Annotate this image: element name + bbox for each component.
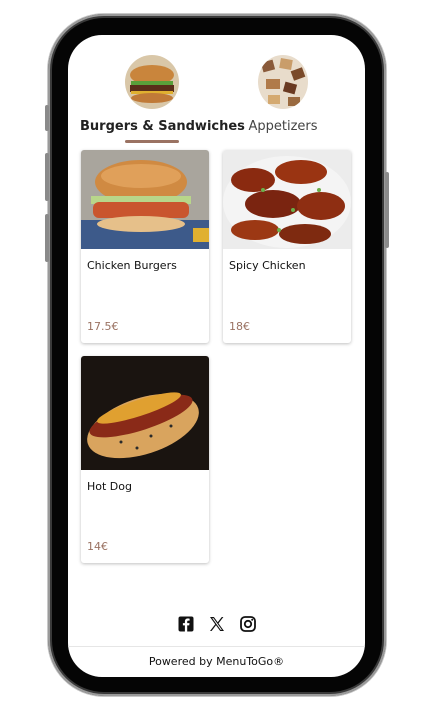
footer-divider xyxy=(68,646,365,647)
category-label: Burgers & Sandwiches xyxy=(80,119,245,134)
side-button xyxy=(385,172,389,248)
item-price: 18€ xyxy=(229,320,250,333)
item-title: Spicy Chicken xyxy=(229,259,306,272)
x-icon[interactable] xyxy=(208,615,226,633)
category-burgers-sandwiches[interactable]: Burgers & Sandwiches xyxy=(80,55,245,143)
side-button xyxy=(45,153,49,201)
item-price: 17.5€ xyxy=(87,320,119,333)
side-button xyxy=(45,105,49,131)
menu-item-card[interactable]: Chicken Burgers 17.5€ xyxy=(81,150,209,343)
item-price: 14€ xyxy=(87,540,108,553)
category-label: Appetizers xyxy=(248,119,318,134)
powered-by-text: Powered by MenuToGo® xyxy=(148,655,285,668)
side-button xyxy=(45,214,49,262)
selected-category-indicator xyxy=(125,140,179,143)
menu-item-card[interactable]: Spicy Chicken 18€ xyxy=(223,150,351,343)
facebook-icon[interactable] xyxy=(177,615,195,633)
appetizers-image xyxy=(258,55,308,109)
item-title: Hot Dog xyxy=(87,480,132,493)
spicy-chicken-image xyxy=(223,150,351,249)
menu-item-card[interactable]: Hot Dog 14€ xyxy=(81,356,209,563)
chicken-burger-image xyxy=(81,150,209,249)
item-title: Chicken Burgers xyxy=(87,259,177,272)
burger-image xyxy=(125,55,179,109)
category-appetizers[interactable]: Appetizers xyxy=(238,55,328,134)
app-screen: Burgers & Sandwiches Appetizers Chicken … xyxy=(68,35,365,677)
instagram-icon[interactable] xyxy=(239,615,257,633)
hot-dog-image xyxy=(81,356,209,470)
